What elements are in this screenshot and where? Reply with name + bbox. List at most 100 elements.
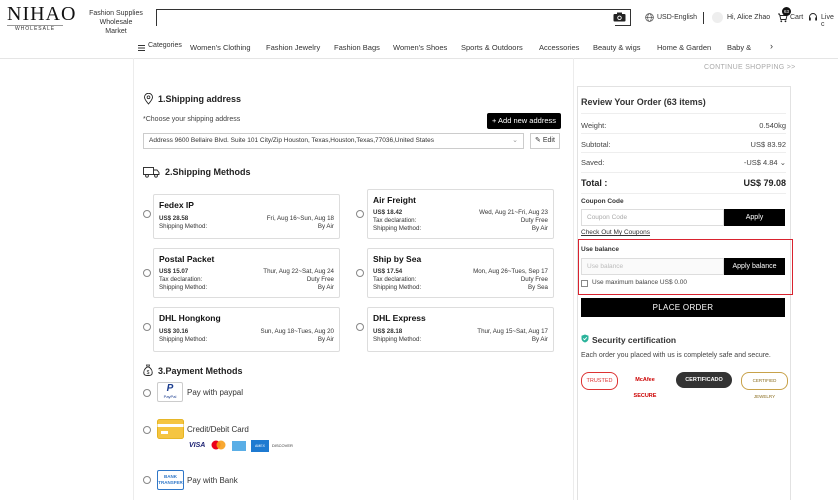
edit-label: Edit bbox=[542, 137, 555, 144]
shipping-option-price: US$ 28.18 bbox=[373, 328, 403, 335]
shipping-option-dates: Mon, Aug 26~Tues, Sep 17 bbox=[473, 268, 548, 275]
nav-item-accessories[interactable]: Accessories bbox=[539, 43, 579, 52]
radio-air-freight[interactable] bbox=[356, 210, 364, 218]
nav-item-baby[interactable]: Baby & bbox=[727, 43, 751, 52]
chevron-down-icon: ⌄ bbox=[512, 137, 518, 144]
headset-icon[interactable] bbox=[808, 12, 818, 22]
radio-bank-transfer[interactable] bbox=[143, 476, 151, 484]
security-description: Each order you placed with us is complet… bbox=[581, 352, 771, 359]
nav-item-beauty-wigs[interactable]: Beauty & wigs bbox=[593, 43, 641, 52]
shipping-option-postal-packet[interactable]: Postal Packet US$ 15.07 Thur, Aug 22~Sat,… bbox=[153, 248, 340, 298]
content-border-left bbox=[133, 58, 134, 500]
nav-item-fashion-jewelry[interactable]: Fashion Jewelry bbox=[266, 43, 320, 52]
apply-coupon-button[interactable]: Apply bbox=[724, 209, 785, 226]
tax-declaration-value: Duty Free bbox=[520, 276, 548, 283]
site-logo[interactable]: NIHAO WHOLESALE bbox=[7, 3, 77, 32]
pay-with-bank-label[interactable]: Pay with Bank bbox=[187, 476, 238, 485]
globe-icon bbox=[645, 13, 654, 22]
radio-paypal[interactable] bbox=[143, 389, 151, 397]
shipping-method-label: Shipping Method: bbox=[159, 223, 208, 230]
user-greeting[interactable]: Hi, Alice Zhao bbox=[727, 14, 770, 21]
camera-icon[interactable] bbox=[613, 12, 626, 22]
coupon-code-title: Coupon Code bbox=[581, 198, 624, 205]
edit-icon: ✎ bbox=[535, 137, 541, 144]
saved-label: Saved: bbox=[581, 158, 605, 167]
shipping-method-value: By Air bbox=[317, 223, 334, 230]
nav-next-icon[interactable]: › bbox=[770, 41, 773, 51]
mastercard-logo bbox=[211, 440, 226, 450]
shipping-option-ship-by-sea[interactable]: Ship by Sea US$ 17.54 Mon, Aug 26~Tues, S… bbox=[367, 248, 554, 298]
credit-debit-card-label[interactable]: Credit/Debit Card bbox=[187, 425, 249, 434]
avatar[interactable] bbox=[712, 12, 723, 23]
nav-categories[interactable]: Categories bbox=[148, 42, 182, 49]
site-tagline: Fashion Supplies Wholesale Market bbox=[88, 9, 144, 36]
tagline-line-2: Wholesale Market bbox=[99, 19, 133, 35]
divider bbox=[581, 152, 786, 153]
radio-postal-packet[interactable] bbox=[143, 269, 151, 277]
radio-credit-card[interactable] bbox=[143, 426, 151, 434]
nav-item-womens-shoes[interactable]: Women's Shoes bbox=[393, 43, 447, 52]
shipping-option-name: Ship by Sea bbox=[373, 254, 422, 264]
shipping-option-fedex-ip[interactable]: Fedex IP US$ 28.58 Fri, Aug 16~Sun, Aug 1… bbox=[153, 194, 340, 239]
continue-shopping-link[interactable]: CONTINUE SHOPPING >> bbox=[704, 64, 796, 71]
search-input[interactable] bbox=[157, 13, 615, 28]
saved-row[interactable]: Saved: -US$ 4.84 ⌄ bbox=[581, 158, 786, 167]
place-order-button[interactable]: PLACE ORDER bbox=[581, 298, 785, 317]
paypal-logo-text: PayPal bbox=[163, 394, 177, 399]
discover-logo: DISCOVER bbox=[272, 443, 293, 448]
radio-fedex-ip[interactable] bbox=[143, 210, 151, 218]
edit-address-button[interactable]: ✎ Edit bbox=[530, 133, 560, 149]
shipping-option-dates: Wed, Aug 21~Fri, Aug 23 bbox=[479, 209, 548, 216]
address-select-value: Address 9600 Bellaire Blvd. Suite 101 Ci… bbox=[149, 137, 434, 144]
shipping-option-price: US$ 28.58 bbox=[159, 215, 189, 222]
certified-jewelry-badge: CERTIFIED JEWELRY bbox=[741, 372, 788, 399]
cart-label[interactable]: Cart bbox=[790, 14, 803, 21]
review-order-title: Review Your Order (63 items) bbox=[581, 97, 706, 107]
menu-icon[interactable] bbox=[138, 45, 145, 51]
money-bag-icon: $ bbox=[143, 364, 153, 376]
use-max-balance-checkbox[interactable] bbox=[581, 280, 588, 287]
shipping-method-label: Shipping Method: bbox=[373, 336, 422, 343]
visa-logo: VISA bbox=[189, 442, 206, 449]
nav-item-sports-outdoors[interactable]: Sports & Outdoors bbox=[461, 43, 523, 52]
bank-transfer-logo: BANK TRANSFER bbox=[157, 470, 184, 490]
radio-ship-by-sea[interactable] bbox=[356, 269, 364, 277]
radio-dhl-express[interactable] bbox=[356, 323, 364, 331]
address-select[interactable]: Address 9600 Bellaire Blvd. Suite 101 Ci… bbox=[143, 133, 524, 149]
shipping-option-dates: Fri, Aug 16~Sun, Aug 18 bbox=[266, 215, 334, 222]
nav-item-home-garden[interactable]: Home & Garden bbox=[657, 43, 711, 52]
payment-methods-title: 3.Payment Methods bbox=[158, 366, 243, 376]
currency-selector[interactable]: USD-English bbox=[657, 14, 697, 21]
chevron-down-icon[interactable]: ⌄ bbox=[780, 158, 786, 167]
shipping-option-price: US$ 17.54 bbox=[373, 268, 403, 275]
shipping-option-price: US$ 30.16 bbox=[159, 328, 189, 335]
use-balance-input[interactable]: Use balance bbox=[581, 258, 724, 275]
nav-item-fashion-bags[interactable]: Fashion Bags bbox=[334, 43, 380, 52]
apply-balance-button[interactable]: Apply balance bbox=[724, 258, 785, 275]
live-chat-link[interactable]: Live c bbox=[821, 14, 838, 28]
subtotal-value: US$ 83.92 bbox=[750, 140, 786, 149]
add-new-address-button[interactable]: + Add new address bbox=[487, 113, 561, 129]
use-balance-title: Use balance bbox=[581, 246, 619, 253]
logo-wordmark: NIHAO bbox=[7, 3, 77, 25]
shipping-option-air-freight[interactable]: Air Freight US$ 18.42 Wed, Aug 21~Fri, Au… bbox=[367, 189, 554, 239]
check-coupons-link[interactable]: Check Out My Coupons bbox=[581, 229, 650, 236]
amex-logo: AMEX bbox=[251, 440, 269, 452]
coupon-code-input[interactable]: Coupon Code bbox=[581, 209, 724, 226]
shipping-option-dhl-hongkong[interactable]: DHL Hongkong US$ 30.16 Sun, Aug 18~Tues, … bbox=[153, 307, 340, 352]
shipping-option-dhl-express[interactable]: DHL Express US$ 28.18 Thur, Aug 15~Sat, A… bbox=[367, 307, 554, 352]
shipping-option-dates: Thur, Aug 15~Sat, Aug 17 bbox=[477, 328, 548, 335]
tax-declaration-value: Duty Free bbox=[520, 217, 548, 224]
search-bar[interactable] bbox=[156, 9, 631, 28]
truck-icon bbox=[143, 167, 160, 178]
shipping-option-price: US$ 18.42 bbox=[373, 209, 403, 216]
shipping-option-price: US$ 15.07 bbox=[159, 268, 189, 275]
svg-text:$: $ bbox=[147, 370, 150, 376]
tax-declaration-label: Tax declaration: bbox=[373, 217, 417, 224]
location-pin-icon bbox=[144, 93, 153, 105]
nav-item-womens-clothing[interactable]: Women's Clothing bbox=[190, 43, 251, 52]
shipping-option-name: Air Freight bbox=[373, 195, 416, 205]
pay-with-paypal-label[interactable]: Pay with paypal bbox=[187, 388, 243, 397]
divider bbox=[581, 193, 786, 194]
radio-dhl-hongkong[interactable] bbox=[143, 323, 151, 331]
